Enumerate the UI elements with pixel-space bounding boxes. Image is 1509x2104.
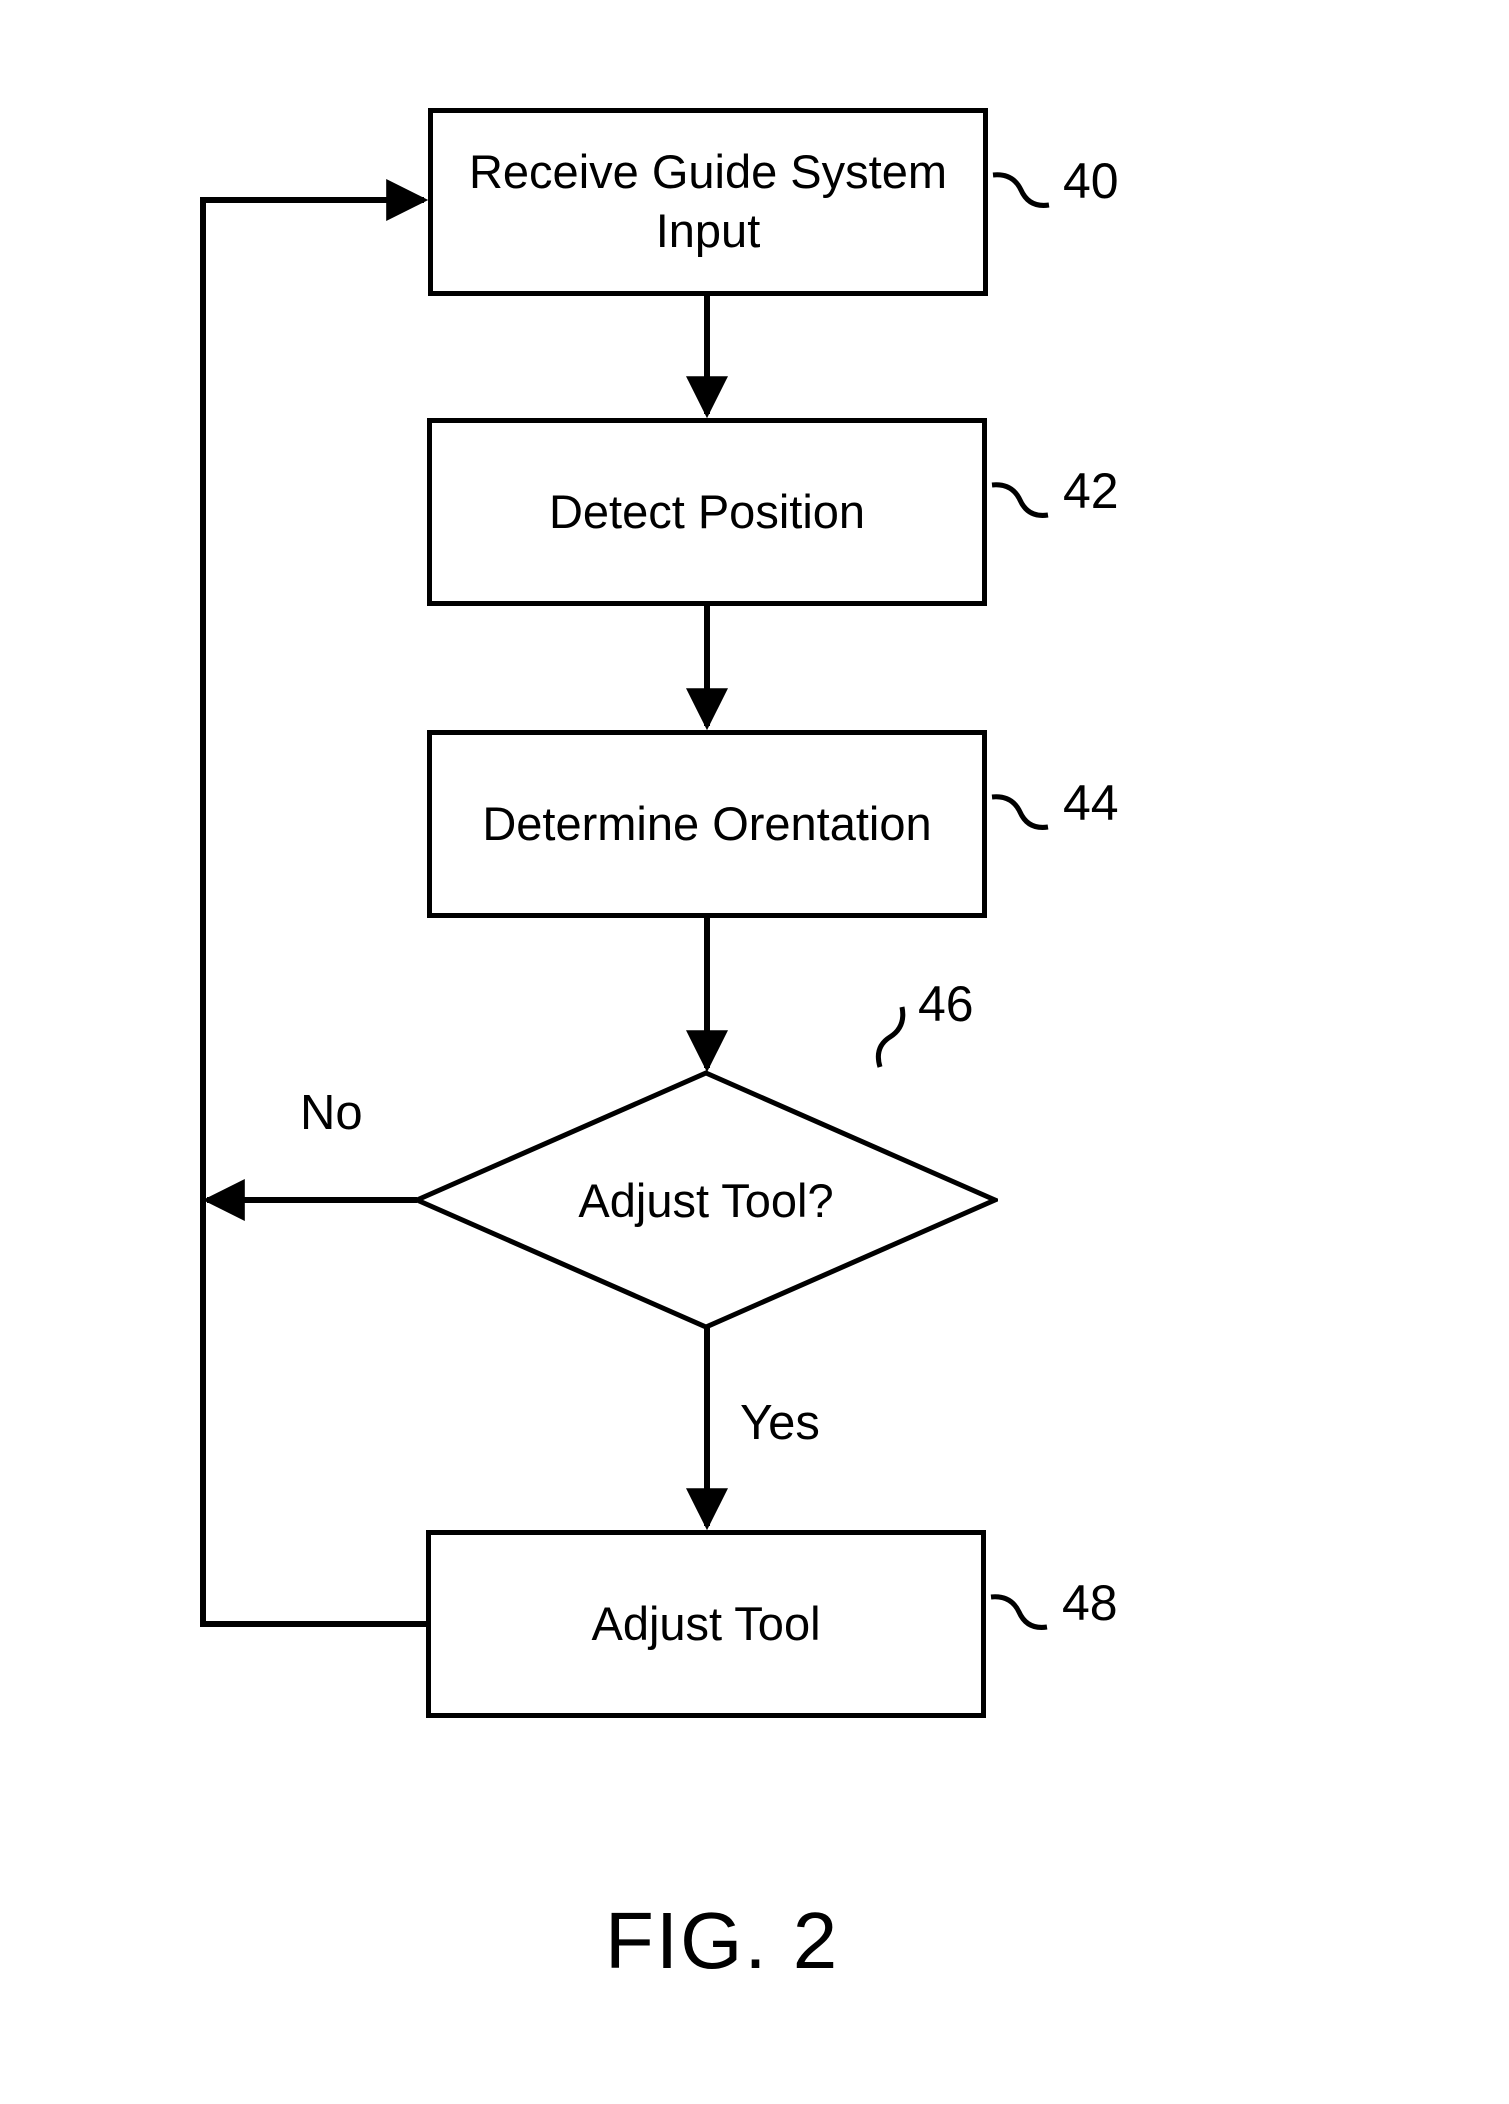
- ref-44: 44: [1063, 774, 1119, 832]
- ref-46: 46: [918, 975, 974, 1033]
- node-label: Receive Guide SystemInput: [469, 143, 947, 261]
- node-adjust-tool-decision: Adjust Tool?: [414, 1070, 998, 1330]
- node-determine-orientation: Determine Orentation: [427, 730, 987, 918]
- figure-label: FIG. 2: [605, 1895, 839, 1987]
- node-label: Determine Orentation: [482, 795, 931, 854]
- ref-42: 42: [1063, 462, 1119, 520]
- node-label: Adjust Tool?: [414, 1070, 998, 1330]
- node-label: Detect Position: [549, 483, 865, 542]
- node-label: Adjust Tool: [591, 1595, 820, 1654]
- node-receive-guide-system-input: Receive Guide SystemInput: [428, 108, 988, 296]
- node-detect-position: Detect Position: [427, 418, 987, 606]
- ref-40: 40: [1063, 152, 1119, 210]
- node-adjust-tool: Adjust Tool: [426, 1530, 986, 1718]
- edge-label-no: No: [300, 1085, 363, 1141]
- flowchart-canvas: Receive Guide SystemInput 40 Detect Posi…: [0, 0, 1509, 2104]
- flow-arrows: [0, 0, 1509, 2104]
- edge-label-yes: Yes: [740, 1395, 820, 1451]
- ref-48: 48: [1062, 1574, 1118, 1632]
